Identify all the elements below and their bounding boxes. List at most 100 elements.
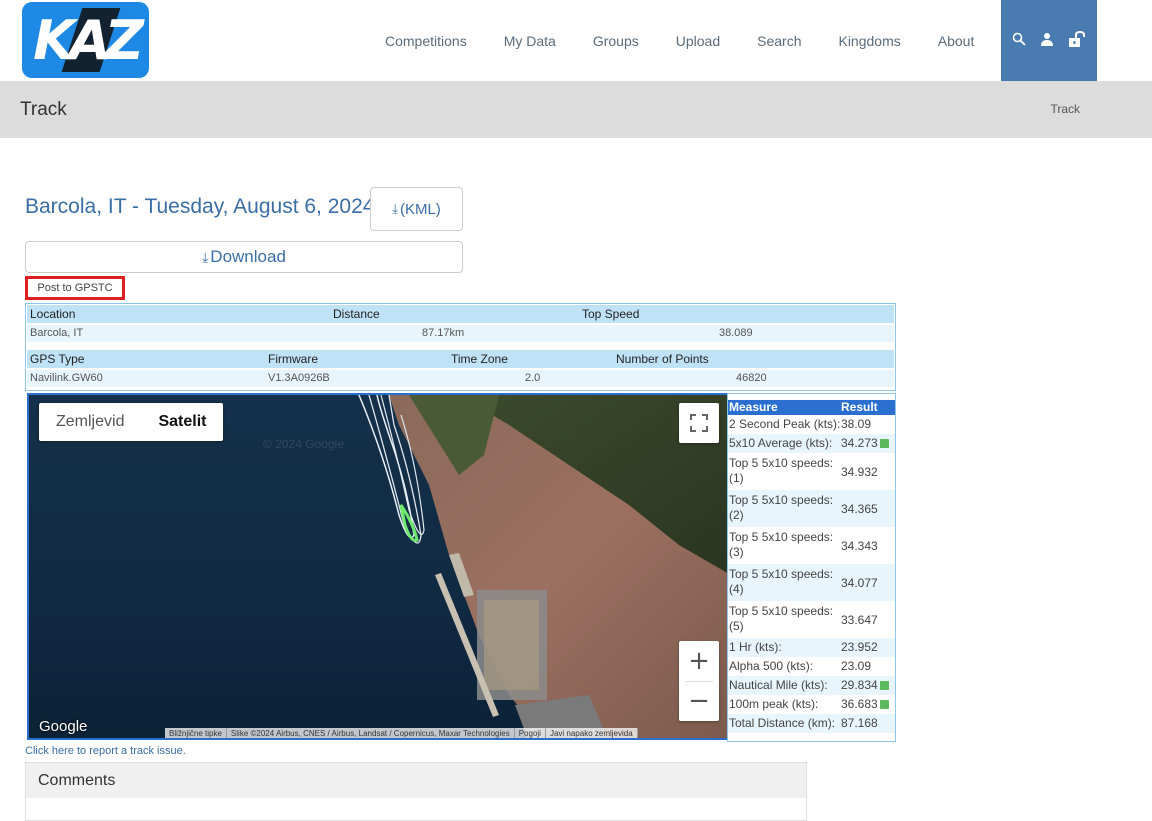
nav-groups[interactable]: Groups: [593, 33, 639, 49]
hdr-number-of-points: Number of Points: [616, 352, 709, 366]
imagery-attribution: Slike ©2024 Airbus, CNES / Airbus, Lands…: [227, 728, 515, 738]
results-header: Measure Result: [728, 400, 895, 415]
result-measure: 5x10 Average (kts):: [729, 436, 833, 450]
post-to-gpstc-button[interactable]: Post to GPSTC: [25, 276, 125, 300]
result-row: Top 5 5x10 speeds: (3) 34.343: [728, 527, 895, 564]
result-row: 100m peak (kts): 36.683: [728, 695, 895, 714]
hdr-time-zone: Time Zone: [451, 352, 508, 366]
nav-icon-group: [1001, 0, 1097, 81]
hdr-firmware: Firmware: [268, 352, 318, 366]
hdr-location: Location: [30, 307, 76, 321]
result-row: Top 5 5x10 speeds: (5) 33.647: [728, 601, 895, 638]
results-table: Measure Result 2 Second Peak (kts): 38.0…: [727, 393, 896, 742]
nav-kingdoms[interactable]: Kingdoms: [838, 33, 900, 49]
val-distance: 87.17km: [422, 327, 465, 339]
result-measure: Top 5 5x10 speeds: (1): [729, 456, 834, 485]
fullscreen-icon: [690, 414, 708, 432]
user-icon[interactable]: [1040, 31, 1054, 50]
result-measure: 2 Second Peak (kts):: [729, 417, 841, 431]
page-title: Track: [20, 99, 67, 120]
map-attribution: Bližnjične tipke Slike ©2024 Airbus, CNE…: [165, 728, 638, 738]
result-value: 34.077: [841, 576, 878, 590]
val-gps-type: Navilink.GW60: [30, 372, 103, 384]
val-number-of-points: 46820: [736, 372, 767, 384]
hdr-result: Result: [841, 400, 878, 414]
result-value: 34.343: [841, 539, 878, 553]
result-value: 29.834: [841, 678, 878, 692]
result-measure: Top 5 5x10 speeds: (4): [729, 567, 834, 596]
result-row: Top 5 5x10 speeds: (2) 34.365: [728, 490, 895, 527]
val-location: Barcola, IT: [30, 327, 84, 339]
comments-panel: Comments: [25, 762, 807, 821]
nav-upload[interactable]: Upload: [676, 33, 720, 49]
result-row: Top 5 5x10 speeds: (1) 34.932: [728, 453, 895, 490]
calendar-icon[interactable]: [879, 681, 889, 691]
result-value: 34.273: [841, 436, 878, 450]
result-measure: Top 5 5x10 speeds: (5): [729, 604, 834, 633]
result-value: 34.932: [841, 465, 878, 479]
nav-competitions[interactable]: Competitions: [385, 33, 467, 49]
nav-search[interactable]: Search: [757, 33, 801, 49]
main-nav: Competitions My Data Groups Upload Searc…: [385, 0, 1011, 81]
result-row: Top 5 5x10 speeds: (4) 34.077: [728, 564, 895, 601]
zoom-divider: [685, 681, 713, 682]
result-value: 34.365: [841, 502, 878, 516]
logo-text: KAZ: [33, 8, 144, 72]
top-navigation-bar: KAZ Competitions My Data Groups Upload S…: [0, 0, 1152, 81]
result-measure: 1 Hr (kts):: [729, 640, 782, 654]
val-firmware: V1.3A0926B: [268, 372, 330, 384]
info-header-row-2: GPS Type Firmware Time Zone Number of Po…: [27, 350, 894, 368]
comments-title: Comments: [26, 763, 806, 798]
result-value: 23.952: [841, 640, 878, 654]
terms-link[interactable]: Pogoji: [515, 728, 546, 738]
result-measure: 100m peak (kts):: [729, 697, 819, 711]
track-title: Barcola, IT - Tuesday, August 6, 2024: [25, 195, 375, 218]
info-value-row-1: Barcola, IT 87.17km 38.089: [27, 325, 894, 342]
track-map[interactable]: © 2024 Google Zemljevid Satelit + − Goog…: [27, 393, 729, 740]
keyboard-shortcuts-link[interactable]: Bližnjične tipke: [165, 728, 227, 738]
breadcrumb[interactable]: Track: [1050, 102, 1080, 116]
hdr-gps-type: GPS Type: [30, 352, 85, 366]
fullscreen-button[interactable]: [679, 403, 719, 443]
download-icon: ⤓: [392, 201, 398, 216]
download-icon: ⤓: [202, 248, 209, 265]
site-logo[interactable]: KAZ: [22, 2, 149, 78]
result-value: 33.647: [841, 613, 878, 627]
track-info-table: Location Distance Top Speed Barcola, IT …: [25, 303, 896, 391]
map-type-roadmap-button[interactable]: Zemljevid: [39, 403, 141, 441]
result-row: 2 Second Peak (kts): 38.09: [728, 417, 895, 434]
result-value-wrap: 36.683: [841, 697, 889, 712]
nav-about[interactable]: About: [938, 33, 975, 49]
search-icon[interactable]: [1012, 31, 1026, 50]
result-row: 1 Hr (kts): 23.952: [728, 638, 895, 657]
result-row: Total Distance (km): 87.168: [728, 714, 895, 733]
result-measure: Alpha 500 (kts):: [729, 659, 814, 673]
result-measure: Total Distance (km):: [729, 716, 836, 730]
calendar-icon[interactable]: [879, 700, 889, 710]
zoom-control: + −: [679, 641, 719, 721]
result-measure: Top 5 5x10 speeds: (3): [729, 530, 834, 559]
hdr-measure: Measure: [729, 400, 778, 414]
map-satellite-imagery: [358, 395, 727, 738]
val-top-speed: 38.089: [719, 327, 753, 339]
zoom-in-button[interactable]: +: [679, 641, 719, 681]
kml-label: (KML): [399, 200, 441, 218]
result-measure: Top 5 5x10 speeds: (2): [729, 493, 834, 522]
download-button[interactable]: ⤓ Download: [25, 241, 463, 273]
nav-my-data[interactable]: My Data: [504, 33, 556, 49]
calendar-icon[interactable]: [879, 439, 889, 449]
page-title-bar: Track Track: [0, 81, 1152, 138]
result-value: 36.683: [841, 697, 878, 711]
result-row: Alpha 500 (kts): 23.09: [728, 657, 895, 676]
map-type-satellite-button[interactable]: Satelit: [141, 403, 223, 441]
report-issue-link[interactable]: Click here to report a track issue.: [25, 745, 186, 757]
result-value: 38.09: [841, 417, 872, 431]
result-measure: Nautical Mile (kts):: [729, 678, 828, 692]
info-header-row-1: Location Distance Top Speed: [27, 305, 894, 323]
map-type-switcher: Zemljevid Satelit: [39, 403, 224, 441]
zoom-out-button[interactable]: −: [679, 681, 719, 721]
kml-download-button[interactable]: ⤓ (KML): [370, 187, 463, 231]
report-map-error-link[interactable]: Javi napako zemljevida: [546, 728, 638, 738]
unlock-icon[interactable]: [1068, 30, 1086, 51]
google-logo[interactable]: Google: [39, 718, 87, 735]
